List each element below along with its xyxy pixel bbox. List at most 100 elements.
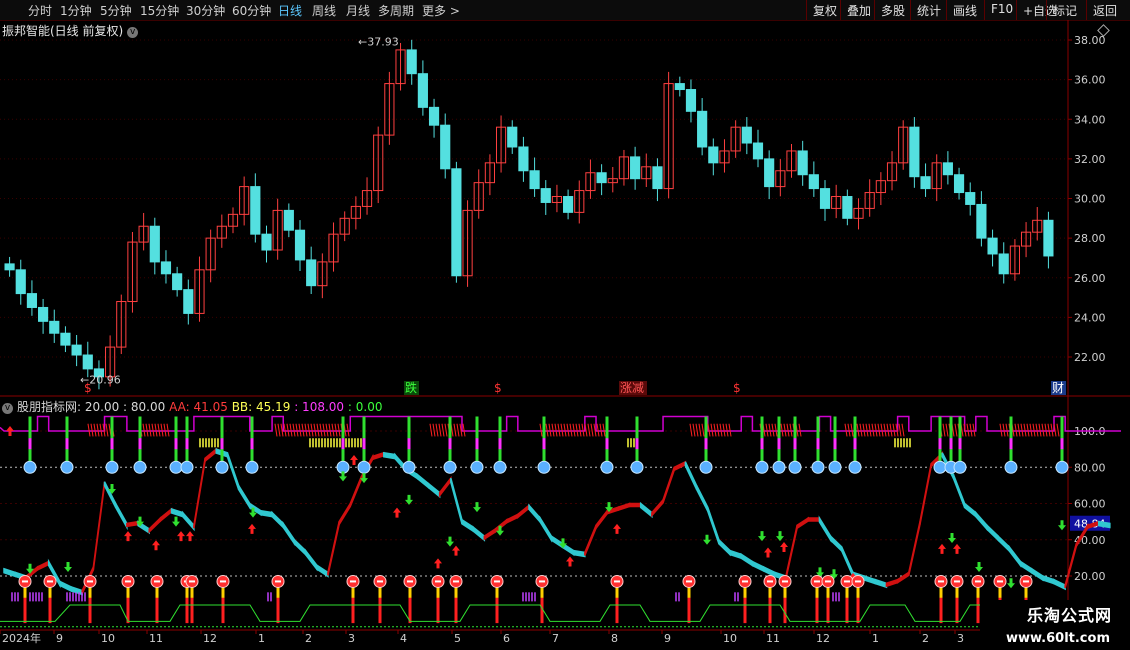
signal-hash-band (1023, 423, 1027, 437)
signal-hash-band (880, 423, 884, 437)
indicator-ribbon-segment (762, 565, 776, 578)
signal-hash-band (774, 423, 778, 437)
indicator-tick-label: 60.00 (1074, 498, 1106, 511)
candle-body (708, 146, 719, 164)
signal-hash-band (1026, 423, 1030, 437)
signal-hash-band (942, 423, 946, 437)
signal-hash-band (277, 423, 281, 437)
indicator-ribbon-segment (885, 578, 899, 588)
signal-hash-band (1005, 423, 1009, 437)
sell-arrow-icon (1007, 578, 1015, 589)
indicator-ribbon-segment (1008, 544, 1022, 568)
signal-hash-band (689, 423, 693, 437)
candle-body (540, 188, 551, 203)
candle-body (38, 306, 49, 322)
signal-ball-stripe (350, 580, 356, 583)
candle-body (406, 49, 417, 75)
candle-body (987, 237, 998, 255)
candle-body (149, 225, 160, 263)
signal-hash-band (298, 423, 302, 437)
high-price-label: ←37.93 (358, 35, 399, 48)
buy-arrow-icon (6, 426, 14, 436)
signal-blue-ball (443, 460, 457, 474)
stock-chart[interactable]: 38.00 36.00 34.00 32.00 30.00 28.00 26.00 24.00… (0, 0, 1130, 650)
indicator-ribbon-segment (338, 500, 352, 528)
signal-hash-band (557, 423, 561, 437)
signal-hash-band (877, 423, 881, 437)
price-tick-label: 32.00 (1074, 153, 1106, 166)
signal-hash-band (1035, 423, 1039, 437)
signal-blue-ball (755, 460, 769, 474)
indicator-ribbon-segment (997, 534, 1011, 553)
signal-hash-band (602, 423, 606, 437)
signal-hash-band (313, 423, 317, 437)
indicator-ribbon-segment (327, 521, 340, 576)
x-tick-label: 4 (400, 632, 407, 645)
signal-hash-band (563, 423, 567, 437)
signal-ball-stripe (275, 580, 281, 583)
signal-hash-band (898, 423, 902, 437)
signal-hash-band (999, 423, 1003, 437)
sell-arrow-icon (1058, 520, 1066, 531)
signal-hash-band (322, 423, 326, 437)
x-tick-label: 8 (611, 632, 618, 645)
signal-hash-band (865, 423, 869, 437)
indicator-ribbon-segment (785, 525, 798, 580)
indicator-ribbon-segment (986, 523, 999, 542)
watermark-title: 乐淘公式网 (1026, 606, 1112, 625)
signal-hash-band (945, 423, 949, 437)
signal-hash-band (844, 423, 848, 437)
signal-blue-ball (953, 460, 967, 474)
signal-hash-band (295, 423, 299, 437)
signal-hash-band (462, 423, 466, 437)
x-tick-label: 6 (503, 632, 510, 645)
signal-hash-band (859, 423, 863, 437)
indicator-ribbon-segment (304, 548, 318, 572)
x-tick-label: 11 (149, 632, 163, 645)
indicator-ribbon-segment (528, 503, 541, 524)
signal-hash-band (151, 423, 155, 437)
signal-hash-band (572, 423, 576, 437)
signal-blue-ball (470, 460, 484, 474)
candle-body (652, 166, 663, 190)
signal-blue-ball (60, 460, 74, 474)
candle-body (428, 106, 440, 126)
candle-body (417, 73, 428, 108)
indicator-ribbon-segment (1053, 578, 1066, 591)
signal-hash-band (87, 423, 91, 437)
signal-hash-band (692, 423, 696, 437)
candle-body (60, 332, 71, 346)
signal-hash-band (316, 423, 320, 437)
candle-body (920, 176, 931, 190)
buy-arrow-icon (248, 523, 256, 534)
candle-body (942, 162, 953, 176)
signal-ball-stripe (22, 580, 28, 583)
signal-ball-stripe (189, 580, 195, 583)
indicator-ribbon-segment (896, 570, 910, 585)
signal-hash-band (346, 423, 350, 437)
signal-ball-stripe (782, 580, 788, 583)
candle-body (172, 273, 183, 291)
signal-hash-band (698, 423, 702, 437)
signal-hash-band (438, 423, 442, 437)
indicator-ribbon-segment (662, 467, 675, 504)
signal-hash-band (304, 423, 308, 437)
line-bottom-series (0, 604, 1068, 622)
signal-blue-ball (811, 460, 825, 474)
signal-hash-band (429, 423, 433, 437)
x-tick-label: 3 (957, 632, 964, 645)
candle-body (306, 259, 317, 287)
candle-body (294, 229, 306, 261)
signal-hash-band (1029, 423, 1033, 437)
signal-hash-band (886, 423, 890, 437)
signal-ball-stripe (825, 580, 831, 583)
signal-hash-band (722, 423, 726, 437)
signal-hash-band (954, 423, 958, 437)
signal-ball-stripe (975, 580, 981, 583)
indicator-ribbon-segment (483, 527, 497, 541)
buy-arrow-icon (938, 543, 946, 554)
price-tick-label: 22.00 (1074, 351, 1106, 364)
buy-arrow-icon (152, 540, 160, 551)
price-tick-label: 38.00 (1074, 34, 1106, 47)
signal-hash-band (545, 423, 549, 437)
